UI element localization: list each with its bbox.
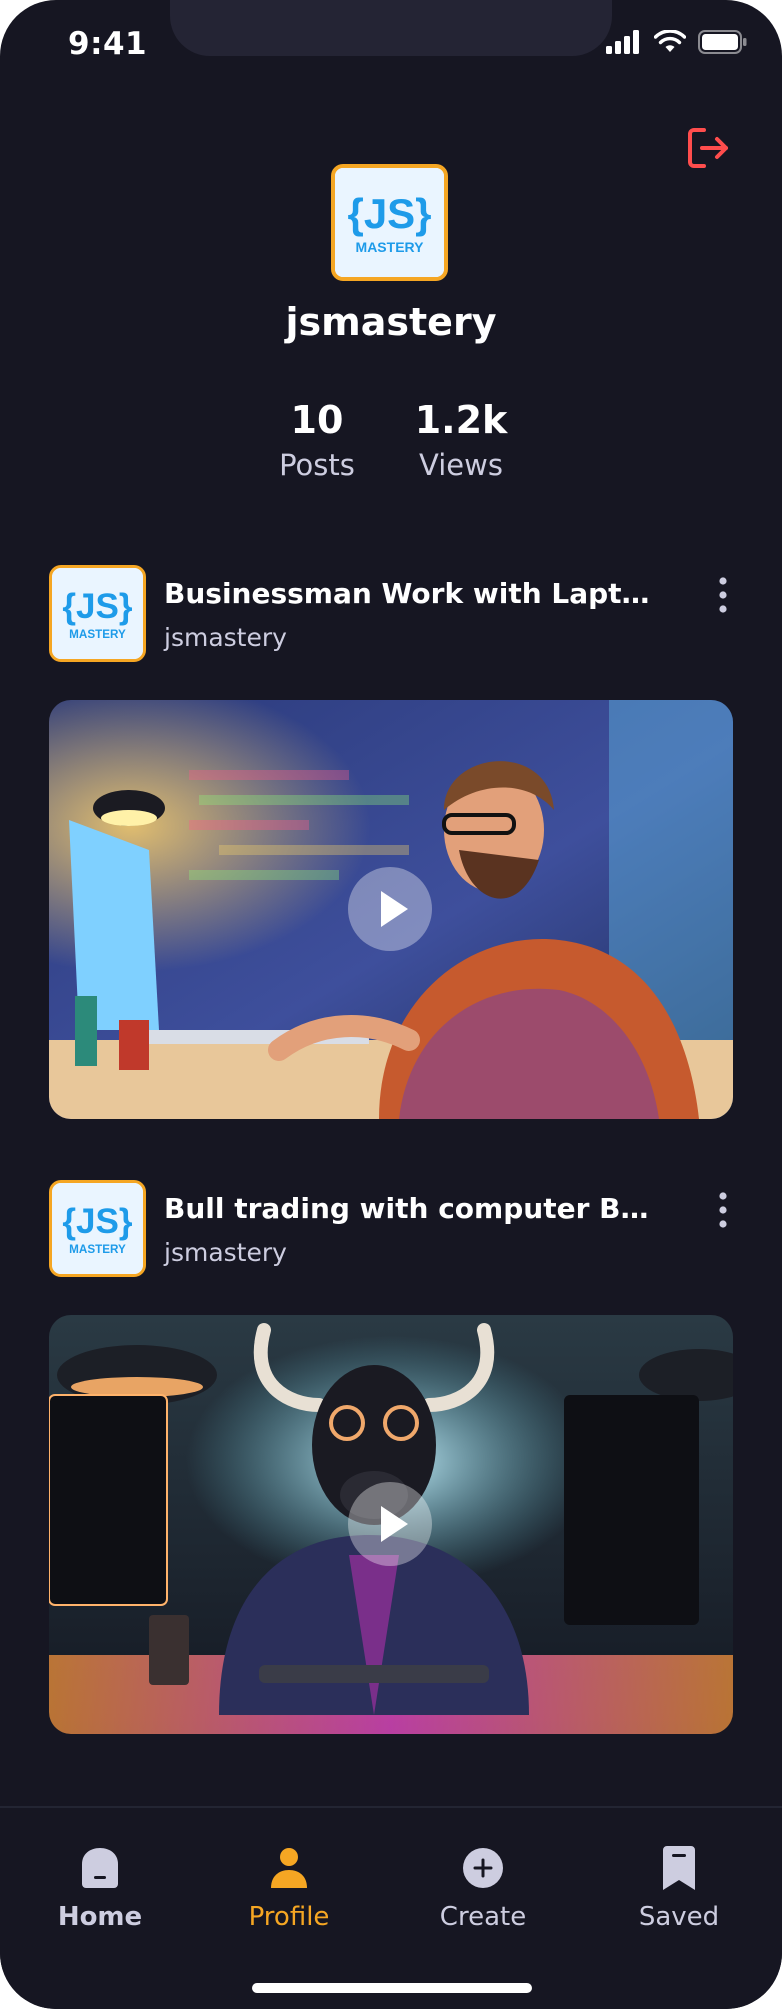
bookmark-icon	[663, 1846, 695, 1890]
post-header: {JS} MASTERY Bull trading with computer …	[49, 1180, 739, 1280]
post-author: jsmastery	[164, 623, 287, 652]
play-icon	[381, 891, 408, 927]
svg-text:{JS}: {JS}	[62, 1202, 133, 1241]
notch	[170, 0, 612, 56]
svg-text:MASTERY: MASTERY	[69, 628, 126, 641]
more-vertical-icon	[719, 1192, 727, 1228]
logout-button[interactable]	[684, 124, 732, 172]
post-title[interactable]: Businessman Work with Laptop...	[164, 577, 664, 610]
tab-create[interactable]: Create	[403, 1808, 563, 1932]
phone-screen: 9:41 {JS} MASTERY jsmastery 10 Posts 1.2…	[0, 0, 782, 2009]
post-author: jsmastery	[164, 1238, 287, 1267]
tab-label: Home	[57, 1902, 143, 1932]
stat-value: 10	[290, 398, 344, 442]
tab-label: Saved	[638, 1902, 720, 1932]
play-button[interactable]	[348, 867, 432, 951]
profile-avatar: {JS} MASTERY	[331, 164, 448, 281]
stat-label: Views	[419, 448, 503, 482]
tab-label: Create	[439, 1902, 527, 1932]
status-icons	[606, 30, 748, 54]
post-avatar[interactable]: {JS} MASTERY	[49, 1180, 146, 1277]
more-options-button[interactable]	[711, 575, 735, 615]
signal-icon	[606, 30, 639, 54]
stat-value: 1.2k	[414, 398, 508, 442]
stat-posts: 10 Posts	[247, 398, 387, 482]
play-button[interactable]	[348, 1482, 432, 1566]
profile-icon	[271, 1848, 307, 1888]
home-icon	[82, 1848, 118, 1888]
video-thumbnail[interactable]	[49, 700, 733, 1119]
post-title[interactable]: Bull trading with computer Bullis...	[164, 1192, 664, 1225]
svg-text:MASTERY: MASTERY	[69, 1243, 126, 1256]
logout-icon	[688, 128, 728, 168]
plus-icon	[463, 1848, 503, 1888]
battery-icon	[698, 30, 747, 54]
status-time: 9:41	[68, 26, 148, 62]
jsmastery-logo: {JS} MASTERY	[335, 168, 444, 277]
video-thumbnail[interactable]	[49, 1315, 733, 1734]
more-vertical-icon	[719, 577, 727, 613]
post-avatar[interactable]: {JS} MASTERY	[49, 565, 146, 662]
jsmastery-logo: {JS} MASTERY	[52, 1183, 143, 1274]
tab-label: Profile	[248, 1902, 330, 1932]
post-header: {JS} MASTERY Businessman Work with Lapto…	[49, 565, 739, 665]
more-options-button[interactable]	[711, 1190, 735, 1230]
tab-saved[interactable]: Saved	[599, 1808, 759, 1932]
home-indicator	[252, 1983, 532, 1993]
bottom-tab-bar: Home Profile Create Saved	[0, 1806, 782, 2009]
jsmastery-logo: {JS} MASTERY	[52, 568, 143, 659]
svg-text:MASTERY: MASTERY	[356, 239, 425, 255]
play-icon	[381, 1506, 408, 1542]
stat-label: Posts	[279, 448, 355, 482]
svg-text:{JS}: {JS}	[62, 587, 133, 626]
svg-text:{JS}: {JS}	[347, 190, 431, 237]
tab-profile[interactable]: Profile	[209, 1808, 369, 1932]
tab-home[interactable]: Home	[20, 1808, 180, 1932]
profile-username: jsmastery	[285, 300, 497, 344]
stat-views: 1.2k Views	[391, 398, 531, 482]
wifi-icon	[654, 30, 686, 52]
